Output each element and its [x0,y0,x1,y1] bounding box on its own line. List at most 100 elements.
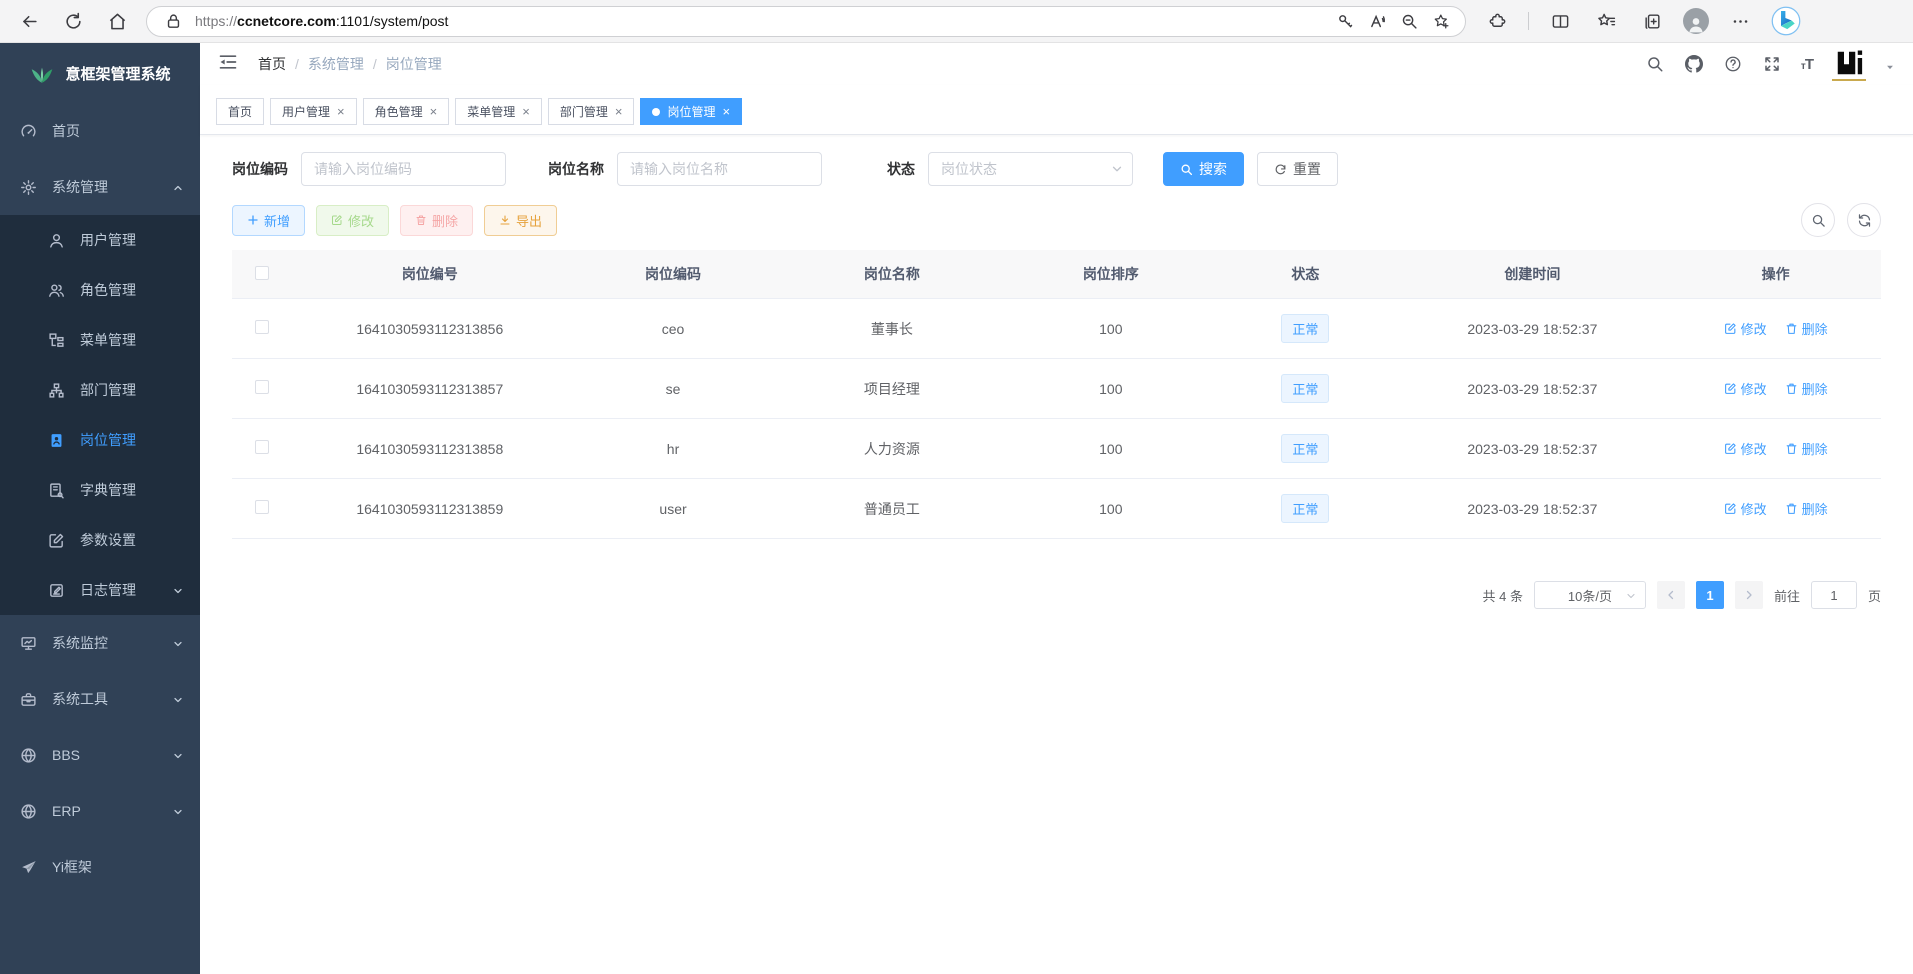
trash-icon [1785,382,1798,395]
sidebar-item-dict-mgmt[interactable]: 字典管理 [0,465,200,515]
sidebar-item-menu-mgmt[interactable]: 菜单管理 [0,315,200,365]
show-search-toggle-button[interactable] [1801,203,1835,237]
table-row[interactable]: 1641030593112313858 hr 人力资源 100 正常 2023-… [232,419,1881,479]
row-delete-link[interactable]: 删除 [1785,379,1828,398]
status-select[interactable] [928,152,1133,186]
trash-icon [1785,322,1798,335]
close-icon[interactable]: × [430,105,438,118]
bing-chat-icon[interactable] [1771,6,1801,36]
trash-icon [415,214,427,226]
breadcrumb-system[interactable]: 系统管理 [308,54,364,74]
sidebar-item-system-tools[interactable]: 系统工具 [0,671,200,727]
read-aloud-icon[interactable] [1363,7,1391,35]
back-icon[interactable] [14,6,44,36]
chevron-down-icon [172,693,184,705]
add-favorite-star-icon[interactable] [1427,7,1455,35]
row-checkbox[interactable] [255,500,269,514]
sidebar-item-user-mgmt[interactable]: 用户管理 [0,215,200,265]
address-bar[interactable]: https://ccnetcore.com:1101/system/post [146,6,1466,37]
user-avatar-yi-logo[interactable] [1832,47,1866,81]
tab-user-mgmt[interactable]: 用户管理× [270,98,357,125]
close-icon[interactable]: × [337,105,345,118]
profile-avatar-icon[interactable] [1683,8,1709,34]
sidebar-item-param-settings[interactable]: 参数设置 [0,515,200,565]
tab-post-mgmt[interactable]: 岗位管理× [640,98,742,125]
post-name-input[interactable] [617,152,822,186]
table-row[interactable]: 1641030593112313859 user 普通员工 100 正常 202… [232,479,1881,539]
org-chart-icon [48,381,66,399]
sidebar-item-system-monitor[interactable]: 系统监控 [0,615,200,671]
page-number-1[interactable]: 1 [1696,581,1724,609]
help-question-icon[interactable] [1723,54,1743,74]
tab-dept-mgmt[interactable]: 部门管理× [548,98,635,125]
search-button[interactable]: 搜索 [1163,152,1244,186]
refresh-table-button[interactable] [1847,203,1881,237]
prev-page-button[interactable] [1657,581,1685,609]
sidebar-item-post-mgmt[interactable]: 岗位管理 [0,415,200,465]
row-checkbox[interactable] [255,320,269,334]
post-code-input[interactable] [301,152,506,186]
sidebar-item-yi-framework[interactable]: Yi框架 [0,839,200,895]
sidebar-item-home[interactable]: 首页 [0,103,200,159]
tab-role-mgmt[interactable]: 角色管理× [363,98,450,125]
table-row[interactable]: 1641030593112313857 se 项目经理 100 正常 2023-… [232,359,1881,419]
column-header-post-name: 岗位名称 [778,250,1005,299]
breadcrumb-separator: / [295,56,299,72]
row-edit-link[interactable]: 修改 [1724,439,1767,458]
row-checkbox[interactable] [255,440,269,454]
row-checkbox[interactable] [255,380,269,394]
breadcrumb-post: 岗位管理 [386,54,442,74]
row-delete-link[interactable]: 删除 [1785,319,1828,338]
column-header-status: 状态 [1216,250,1394,299]
app-logo[interactable]: 意框架管理系统 [0,43,200,103]
sidebar-item-role-mgmt[interactable]: 角色管理 [0,265,200,315]
password-key-icon[interactable] [1331,7,1359,35]
goto-page-input[interactable] [1811,581,1857,609]
sidebar-item-system-mgmt[interactable]: 系统管理 [0,159,200,215]
lock-icon[interactable] [159,7,187,35]
zoom-out-icon[interactable] [1395,7,1423,35]
sidebar-item-log-mgmt[interactable]: 日志管理 [0,565,200,615]
github-icon[interactable] [1684,54,1704,74]
home-icon[interactable] [102,6,132,36]
search-icon[interactable] [1645,54,1665,74]
row-edit-link[interactable]: 修改 [1724,499,1767,518]
close-icon[interactable]: × [615,105,623,118]
delete-button[interactable]: 删除 [400,205,473,236]
tab-home[interactable]: 首页 [216,98,264,125]
next-page-button[interactable] [1735,581,1763,609]
table-row[interactable]: 1641030593112313856 ceo 董事长 100 正常 2023-… [232,299,1881,359]
close-icon[interactable]: × [722,105,730,118]
favorites-bar-icon[interactable] [1591,6,1621,36]
close-icon[interactable]: × [522,105,530,118]
cell-post-name: 董事长 [778,299,1005,359]
caret-down-icon[interactable] [1885,59,1895,69]
edit-button[interactable]: 修改 [316,205,389,236]
row-delete-link[interactable]: 删除 [1785,439,1828,458]
tab-menu-mgmt[interactable]: 菜单管理× [455,98,542,125]
sidebar-collapse-icon[interactable] [218,52,242,76]
row-edit-link[interactable]: 修改 [1724,379,1767,398]
export-button[interactable]: 导出 [484,205,557,236]
breadcrumb-home[interactable]: 首页 [258,54,286,74]
add-button[interactable]: 新增 [232,205,305,236]
sidebar-item-dept-mgmt[interactable]: 部门管理 [0,365,200,415]
extensions-puzzle-icon[interactable] [1482,6,1512,36]
reset-button[interactable]: 重置 [1257,152,1338,186]
url-text[interactable]: https://ccnetcore.com:1101/system/post [195,13,1327,29]
refresh-icon[interactable] [58,6,88,36]
row-delete-link[interactable]: 删除 [1785,499,1828,518]
font-size-icon[interactable]: тT [1801,56,1813,73]
paper-plane-icon [20,858,38,876]
fullscreen-icon[interactable] [1762,54,1782,74]
sidebar-item-erp[interactable]: ERP [0,783,200,839]
sidebar-item-label: 岗位管理 [80,430,136,450]
row-edit-link[interactable]: 修改 [1724,319,1767,338]
more-options-icon[interactable] [1725,6,1755,36]
sidebar-item-bbs[interactable]: BBS [0,727,200,783]
split-screen-icon[interactable] [1545,6,1575,36]
select-all-checkbox[interactable] [255,266,269,280]
status-select-input[interactable] [928,152,1133,186]
page-size-select[interactable]: 10条/页 [1534,581,1646,609]
collections-icon[interactable] [1637,6,1667,36]
